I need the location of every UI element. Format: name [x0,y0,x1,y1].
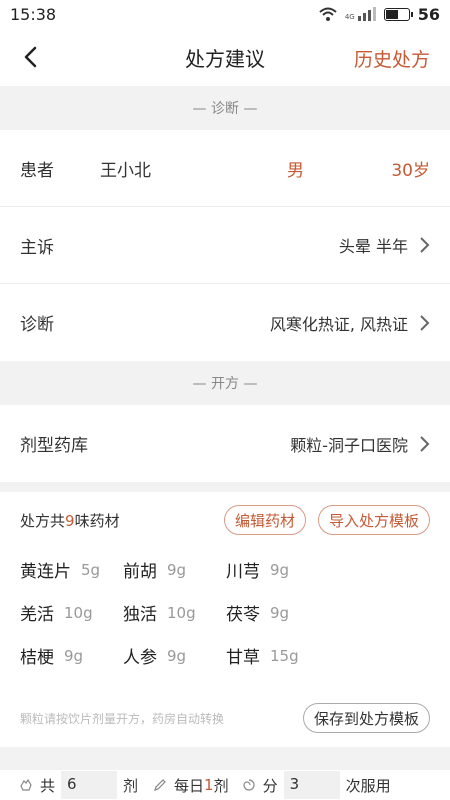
herb-name: 黄连片 [20,562,71,582]
chevron-right-icon [420,237,430,253]
total-doses-prefix: 共 [40,776,56,795]
total-doses-input[interactable]: 6 [61,771,118,799]
complaint-label: 主诉 [20,237,54,258]
patient-name-field[interactable]: 王小北 [100,156,151,181]
diagnosis-value: 风寒化热证, 风热证 [269,314,408,334]
pharmacy-value: 颗粒-洞子口医院 [290,435,408,455]
herb-name: 人参 [123,648,157,668]
herb-dose: 9g [270,560,290,579]
dosage-bar: 共 6 剂 每日 1 剂 分 3 次服用 [0,770,450,800]
herb-dose: 10g [64,603,93,622]
chevron-right-icon [420,435,430,452]
herb-item: 川芎 9g [226,548,329,591]
pen-icon [154,779,166,791]
total-doses-unit: 剂 [123,776,139,795]
herb-dose: 9g [64,646,84,665]
wifi-icon [319,7,337,21]
split-times-input[interactable]: 3 [283,771,340,799]
herb-name: 独活 [123,605,157,625]
hand-icon [20,778,32,791]
section-header-prescribe: — 开方 — [192,376,258,392]
herb-name: 桔梗 [20,648,54,668]
signal-icon: 4G [345,7,376,21]
diagnosis-label: 诊断 [20,315,54,335]
patient-age[interactable]: 30岁 [391,156,430,181]
herb-item: 羌活 10g [20,591,123,634]
battery-level: 56 [417,4,440,24]
page-title: 处方建议 [185,46,265,71]
patient-row: 患者 王小北 男 30岁 [0,130,450,207]
herb-dose: 15g [270,646,299,665]
daily-prefix: 每日 [174,776,205,795]
herb-name: 甘草 [226,648,260,668]
herb-item: 前胡 9g [123,548,226,591]
prescription-card: 处方共9味药材 编辑药材 导入处方模板 黄连片 5g 前胡 9g 川芎 9g 羌活 10g 独活… [0,492,450,747]
herb-count-suffix: 味药材 [74,511,120,530]
back-button[interactable] [14,41,46,73]
diagnosis-value-wrap: 风寒化热证, 风热证 [270,311,430,335]
herb-count-prefix: 处方共 [20,511,66,530]
prescription-footer: 颗粒请按饮片剂量开方，药房自动转换 保存到处方模板 [20,703,430,733]
history-prescriptions-link[interactable]: 历史处方 [354,45,430,72]
edit-herbs-button[interactable]: 编辑药材 [223,505,306,535]
herb-name: 茯苓 [226,605,260,625]
herb-count: 9 [65,511,75,530]
back-arrow-icon [24,46,37,68]
swirl-icon [243,779,255,791]
herb-dose: 10g [167,603,196,622]
status-time: 15:38 [10,4,57,24]
herb-item: 人参 9g [123,634,226,677]
diagnosis-row[interactable]: 诊断 风寒化热证, 风热证 [0,284,450,361]
status-bar: 15:38 4G 56 [0,0,450,28]
split-prefix: 分 [262,776,278,795]
herb-item: 黄连片 5g [20,548,123,591]
complaint-value: 头晕 半年 [338,237,408,256]
granule-note: 颗粒请按饮片剂量开方，药房自动转换 [20,711,225,726]
patient-gender[interactable]: 男 [287,156,304,181]
import-template-button[interactable]: 导入处方模板 [317,505,430,535]
herb-name: 羌活 [20,605,54,625]
patient-label: 患者 [20,160,54,181]
pharmacy-value-wrap: 颗粒-洞子口医院 [290,432,430,456]
nav-bar: 处方建议 历史处方 [0,28,450,86]
section-header-diagnosis: — 诊断 — [192,101,258,117]
herb-dose: 9g [270,603,290,622]
herb-item: 独活 10g [123,591,226,634]
herb-dose: 9g [167,560,187,579]
complaint-row[interactable]: 主诉 头晕 半年 [0,207,450,284]
daily-doses-value[interactable]: 1 [204,776,214,794]
pharmacy-card: 剂型药库 颗粒-洞子口医院 [0,405,450,482]
diagnosis-card: 患者 王小北 男 30岁 主诉 头晕 半年 诊断 风寒化热证, 风热证 [0,130,450,361]
network-label: 4G [344,13,355,21]
herb-item: 甘草 15g [226,634,329,677]
herb-name: 前胡 [123,562,157,582]
herb-dose: 5g [81,560,101,579]
save-template-button[interactable]: 保存到处方模板 [302,703,430,733]
herb-item: 茯苓 9g [226,591,329,634]
herb-list: 黄连片 5g 前胡 9g 川芎 9g 羌活 10g 独活 10g 茯苓 9g 桔梗 9g 人参 9g 甘草 15g [20,548,430,677]
herb-name: 川芎 [226,562,260,582]
status-icons: 4G 56 [319,5,440,24]
complaint-value-wrap: 头晕 半年 [339,233,430,257]
battery-icon [383,7,413,21]
herb-count-text: 处方共9味药材 [20,510,120,531]
prescription-header: 处方共9味药材 编辑药材 导入处方模板 [20,492,430,548]
daily-unit: 剂 [213,776,229,795]
herb-item: 桔梗 9g [20,634,123,677]
chevron-right-icon [420,314,430,331]
pharmacy-row[interactable]: 剂型药库 颗粒-洞子口医院 [0,405,450,482]
split-unit: 次服用 [345,776,391,795]
pharmacy-label: 剂型药库 [20,436,88,456]
herb-dose: 9g [167,646,187,665]
